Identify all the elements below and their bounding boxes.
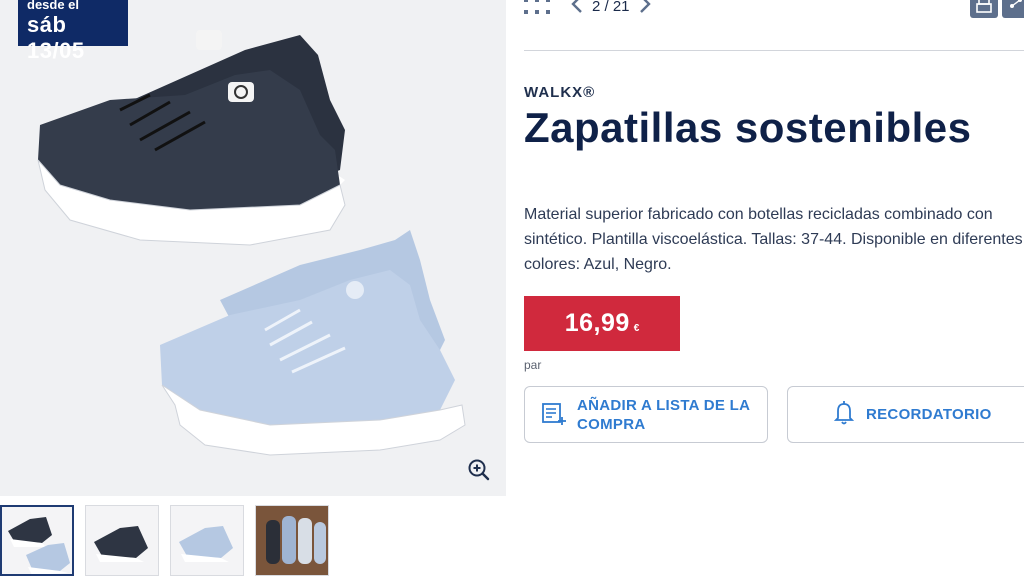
- product-title: Zapatillas sostenibles: [524, 104, 972, 151]
- grid-icon[interactable]: [524, 0, 550, 18]
- share-icon[interactable]: [1002, 0, 1024, 18]
- chevron-left-icon[interactable]: [570, 0, 584, 19]
- product-brand: WALKX®: [524, 84, 596, 101]
- product-main-image[interactable]: desde el sáb 13/05: [0, 0, 506, 496]
- availability-badge: desde el sáb 13/05: [18, 0, 128, 63]
- product-page: desde el sáb 13/05 2 / 21 WALKX® Zapatil…: [0, 0, 1024, 576]
- chevron-right-icon[interactable]: [638, 0, 652, 19]
- thumbnail-shoes-photo[interactable]: [255, 505, 329, 576]
- toolbar-divider: [524, 50, 1024, 51]
- price-unit: par: [524, 358, 542, 372]
- bell-icon: [833, 400, 855, 430]
- reminder-button[interactable]: RECORDATORIO: [787, 386, 1024, 443]
- add-to-shopping-list-button[interactable]: AÑADIR A LISTA DE LA COMPRA: [524, 386, 768, 443]
- price-tag: 16,99 €: [524, 296, 680, 351]
- product-description: Material superior fabricado con botellas…: [524, 206, 1023, 273]
- badge-date: sáb 13/05: [27, 12, 85, 63]
- thumbnail-blue-shoes[interactable]: [170, 505, 244, 576]
- price-amount: 16,99: [564, 309, 630, 337]
- print-icon[interactable]: [970, 0, 998, 18]
- thumbnail-both-shoes[interactable]: [0, 505, 74, 576]
- reminder-label: RECORDATORIO: [866, 406, 992, 423]
- zoom-in-icon[interactable]: [466, 457, 492, 483]
- price-currency: €: [633, 323, 640, 334]
- image-counter: 2 / 21: [592, 0, 630, 15]
- thumbnail-black-shoes[interactable]: [85, 505, 159, 576]
- image-pager: 2 / 21: [570, 0, 652, 19]
- add-to-shopping-list-label: AÑADIR A LISTA DE LA COMPRA: [577, 396, 750, 433]
- badge-line-1: desde el: [27, 0, 80, 12]
- sneakers-illustration: [37, 30, 466, 456]
- shopping-list-icon: [541, 400, 567, 430]
